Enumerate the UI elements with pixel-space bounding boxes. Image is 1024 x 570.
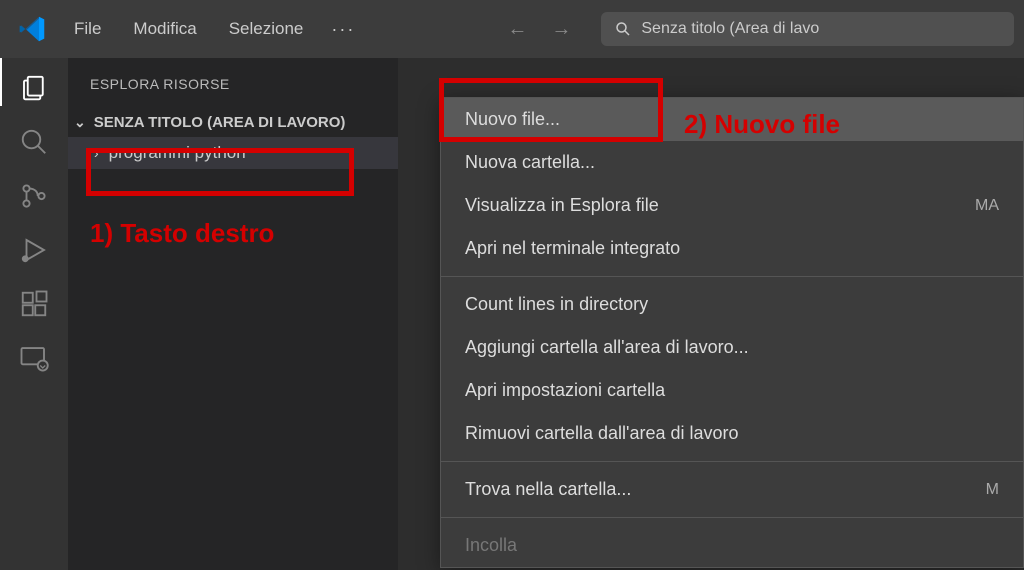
context-menu-label: Visualizza in Esplora file xyxy=(465,195,659,216)
chevron-right-icon: › xyxy=(94,145,99,161)
context-menu-separator xyxy=(441,461,1023,462)
vscode-logo-icon xyxy=(18,15,46,43)
context-menu-label: Incolla xyxy=(465,535,517,556)
context-menu-label: Nuovo file... xyxy=(465,109,560,130)
context-menu: Nuovo file... Nuova cartella... Visualizza… xyxy=(440,97,1024,568)
search-placeholder: Senza titolo (Area di lavo xyxy=(641,20,819,38)
context-menu-label: Aggiungi cartella all'area di lavoro... xyxy=(465,337,749,358)
nav-back-icon[interactable]: ← xyxy=(507,18,527,41)
sidebar: ESPLORA RISORSE ⌄ SENZA TITOLO (AREA DI … xyxy=(68,58,398,570)
context-menu-label: Apri nel terminale integrato xyxy=(465,238,680,259)
search-activity-icon[interactable] xyxy=(18,126,50,158)
context-menu-item[interactable]: Apri impostazioni cartella xyxy=(441,369,1023,412)
context-menu-shortcut: M xyxy=(986,481,999,499)
debug-icon[interactable] xyxy=(18,234,50,266)
menu-file[interactable]: File xyxy=(58,11,117,47)
remote-icon[interactable] xyxy=(18,342,50,374)
context-menu-item: Incolla xyxy=(441,524,1023,567)
search-box[interactable]: Senza titolo (Area di lavo xyxy=(601,12,1014,46)
activitybar xyxy=(0,58,68,570)
folder-item[interactable]: › programmi python xyxy=(68,137,398,169)
titlebar: File Modifica Selezione ··· ← → Senza ti… xyxy=(0,0,1024,58)
context-menu-item[interactable]: Visualizza in Esplora file MA xyxy=(441,184,1023,227)
context-menu-item[interactable]: Trova nella cartella... M xyxy=(441,468,1023,511)
context-menu-label: Count lines in directory xyxy=(465,294,648,315)
context-menu-label: Rimuovi cartella dall'area di lavoro xyxy=(465,423,739,444)
annotation-text-1: 1) Tasto destro xyxy=(90,218,274,249)
context-menu-label: Trova nella cartella... xyxy=(465,479,631,500)
activity-indicator xyxy=(0,58,2,106)
folder-name: programmi python xyxy=(109,143,246,163)
annotation-text-2: 2) Nuovo file xyxy=(684,109,840,140)
sidebar-title: ESPLORA RISORSE xyxy=(68,76,398,108)
context-menu-label: Apri impostazioni cartella xyxy=(465,380,665,401)
context-menu-shortcut: MA xyxy=(975,197,999,215)
workspace-name: SENZA TITOLO (AREA DI LAVORO) xyxy=(94,114,346,131)
context-menu-separator xyxy=(441,517,1023,518)
context-menu-item[interactable]: Count lines in directory xyxy=(441,283,1023,326)
explorer-icon[interactable] xyxy=(18,72,50,104)
menu-more-icon[interactable]: ··· xyxy=(319,11,367,48)
context-menu-separator xyxy=(441,276,1023,277)
menu-selezione[interactable]: Selezione xyxy=(213,11,320,47)
workspace-header[interactable]: ⌄ SENZA TITOLO (AREA DI LAVORO) xyxy=(68,108,398,137)
menu-modifica[interactable]: Modifica xyxy=(117,11,212,47)
context-menu-label: Nuova cartella... xyxy=(465,152,595,173)
extensions-icon[interactable] xyxy=(18,288,50,320)
search-icon xyxy=(615,21,631,37)
chevron-down-icon: ⌄ xyxy=(74,114,86,131)
nav-arrows: ← → xyxy=(507,18,571,41)
nav-forward-icon[interactable]: → xyxy=(551,18,571,41)
context-menu-item[interactable]: Rimuovi cartella dall'area di lavoro xyxy=(441,412,1023,455)
context-menu-item[interactable]: Apri nel terminale integrato xyxy=(441,227,1023,270)
source-control-icon[interactable] xyxy=(18,180,50,212)
context-menu-item[interactable]: Aggiungi cartella all'area di lavoro... xyxy=(441,326,1023,369)
context-menu-item[interactable]: Nuova cartella... xyxy=(441,141,1023,184)
